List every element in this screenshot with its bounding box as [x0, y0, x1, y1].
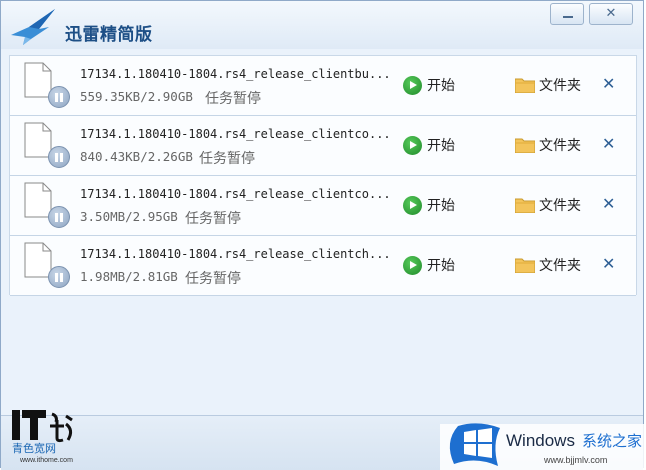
task-status: 任务暂停 [185, 271, 241, 287]
file-name: 17134.1.180410-1804.rs4_release_clientch… [80, 247, 391, 261]
file-size: 3.50MB/2.95GB [80, 209, 178, 224]
file-size: 559.35KB/2.90GB [80, 89, 193, 104]
folder-icon [515, 78, 535, 93]
download-row[interactable]: 17134.1.180410-1804.rs4_release_clientch… [10, 236, 636, 296]
app-title: 迅雷精简版 [65, 25, 153, 45]
start-label: 开始 [427, 138, 455, 154]
pause-button[interactable] [48, 86, 70, 108]
file-size: 840.43KB/2.26GB [80, 149, 193, 164]
folder-label: 文件夹 [539, 138, 581, 154]
windows-watermark-logo: Windows 系统之家 www.bjjmlv.com [440, 423, 646, 470]
svg-text:Windows: Windows [506, 431, 575, 450]
pause-button[interactable] [48, 146, 70, 168]
svg-text:www.bjjmlv.com: www.bjjmlv.com [543, 455, 607, 465]
delete-task-button[interactable]: ✕ [602, 254, 615, 274]
download-row[interactable]: 17134.1.180410-1804.rs4_release_clientco… [10, 116, 636, 176]
pause-button[interactable] [48, 266, 70, 288]
file-name: 17134.1.180410-1804.rs4_release_clientbu… [80, 67, 391, 81]
folder-label: 文件夹 [539, 258, 581, 274]
svg-text:www.ithome.com: www.ithome.com [19, 457, 73, 464]
task-status: 任务暂停 [199, 151, 255, 167]
close-icon: ✕ [605, 6, 617, 21]
svg-text:青色宽网: 青色宽网 [12, 441, 56, 455]
download-list: 17134.1.180410-1804.rs4_release_clientbu… [9, 55, 637, 296]
delete-task-button[interactable]: ✕ [602, 134, 615, 154]
app-window: 迅雷精简版 ✕ 17134.1.180410-1804.rs4_release_… [0, 0, 644, 470]
folder-icon [515, 198, 535, 213]
task-status: 任务暂停 [205, 91, 261, 107]
folder-icon [515, 258, 535, 273]
download-row[interactable]: 17134.1.180410-1804.rs4_release_clientco… [10, 176, 636, 236]
delete-task-button[interactable]: ✕ [602, 74, 615, 94]
thunder-bird-icon [11, 9, 55, 45]
minimize-icon [563, 16, 573, 18]
folder-icon [515, 138, 535, 153]
task-status: 任务暂停 [185, 211, 241, 227]
ithome-watermark-logo: 青色宽网 www.ithome.com [12, 410, 73, 464]
minimize-button[interactable] [550, 3, 584, 25]
play-circle-icon [403, 256, 422, 275]
download-row[interactable]: 17134.1.180410-1804.rs4_release_clientbu… [10, 56, 636, 116]
delete-task-button[interactable]: ✕ [602, 194, 615, 214]
file-size: 1.98MB/2.81GB [80, 269, 178, 284]
folder-label: 文件夹 [539, 198, 581, 214]
start-label: 开始 [427, 78, 455, 94]
svg-text:系统之家: 系统之家 [582, 433, 642, 450]
start-label: 开始 [427, 198, 455, 214]
title-bar[interactable]: 迅雷精简版 ✕ [1, 1, 643, 49]
play-circle-icon [403, 136, 422, 155]
play-circle-icon [403, 196, 422, 215]
folder-label: 文件夹 [539, 78, 581, 94]
pause-button[interactable] [48, 206, 70, 228]
file-name: 17134.1.180410-1804.rs4_release_clientco… [80, 127, 391, 141]
close-window-button[interactable]: ✕ [589, 3, 633, 25]
play-circle-icon [403, 76, 422, 95]
file-name: 17134.1.180410-1804.rs4_release_clientco… [80, 187, 391, 201]
start-label: 开始 [427, 258, 455, 274]
